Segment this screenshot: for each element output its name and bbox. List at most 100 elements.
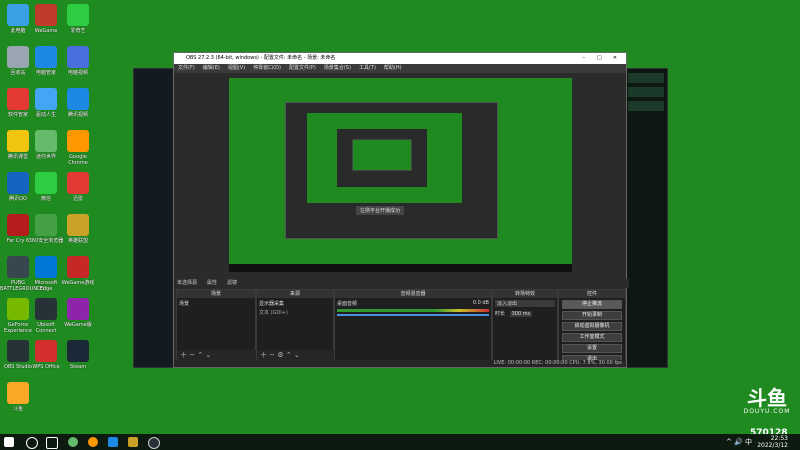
- scenes-toolbar[interactable]: ＋ − ⌃ ⌄: [177, 350, 258, 360]
- desktop-icon[interactable]: WeGame版: [60, 298, 96, 328]
- desktop-icon[interactable]: Steam: [60, 340, 96, 370]
- desktop-icon[interactable]: 迅雷: [60, 172, 96, 202]
- desktop-icon-label: WeGame版: [64, 322, 92, 328]
- desktop-icon[interactable]: 驱动人生: [28, 88, 64, 118]
- source-tab[interactable]: 属性: [207, 280, 217, 286]
- source-tab[interactable]: 滤镜: [227, 280, 237, 286]
- obs-icon: [7, 340, 29, 362]
- desktop-icon[interactable]: 迷你世界: [28, 130, 64, 160]
- volume-slider[interactable]: [337, 314, 489, 316]
- lol-icon[interactable]: [128, 437, 138, 447]
- desktop-icon-label: Steam: [69, 364, 87, 370]
- audio-meter: [337, 309, 489, 312]
- desktop-icon[interactable]: 电脑视频: [60, 46, 96, 76]
- lol-icon: [67, 214, 89, 236]
- desktop-icon[interactable]: 斗鱼: [0, 382, 36, 412]
- obs-window[interactable]: OBS 27.2.3 (64-bit, windows) - 配置文件: 未命名…: [173, 52, 629, 368]
- maximize-icon[interactable]: □: [592, 53, 606, 64]
- douyu-icon: [7, 382, 29, 404]
- desktop-icon-label: 迷你世界: [35, 154, 56, 160]
- preview-canvas: 左侧平台开播成功: [229, 78, 572, 272]
- obs-statusbar: LIVE: 00:00:00 REC: 00:00:00 CPU: 7.8%, …: [174, 360, 626, 367]
- notes-icon: [7, 130, 29, 152]
- menu-item[interactable]: 文件(F): [178, 65, 195, 71]
- menu-item[interactable]: 停靠窗口(D): [253, 65, 281, 71]
- wps-icon: [35, 340, 57, 362]
- desktop-icon-label: WeGame: [34, 28, 58, 34]
- start-icon[interactable]: [4, 437, 14, 447]
- wechat-icon: [35, 172, 57, 194]
- pc-manager-icon: [35, 46, 57, 68]
- preview-notice: 左侧平台开播成功: [356, 206, 405, 215]
- source-tab[interactable]: 未选择源: [177, 280, 197, 286]
- task-view-icon[interactable]: [46, 437, 58, 449]
- ubisoft-icon: [35, 298, 57, 320]
- wegame2-icon: [67, 256, 89, 278]
- menu-item[interactable]: 编辑(E): [203, 65, 220, 71]
- document-icon: [7, 172, 29, 194]
- menu-item[interactable]: 工具(T): [359, 65, 376, 71]
- preview-taskbar: [229, 264, 572, 272]
- system-tray[interactable]: ^ 🔊 中: [726, 437, 752, 447]
- control-button[interactable]: 启动虚拟摄像机: [562, 322, 622, 331]
- desktop-icon[interactable]: WeGame: [28, 4, 64, 34]
- audio-mixer-dock: 音频混音器 桌面音频 0.0 dB: [334, 289, 492, 361]
- clock[interactable]: 22:53 2022/3/12: [757, 435, 788, 449]
- mixer-level: 0.0 dB: [472, 300, 489, 306]
- edge-icon: [35, 256, 57, 278]
- scene-item[interactable]: 场景: [179, 300, 253, 307]
- duration-label: 时长: [495, 311, 506, 317]
- desktop-icon-label: 腾讯视频: [67, 112, 88, 118]
- obs-icon[interactable]: [148, 437, 160, 449]
- control-button[interactable]: 停止推流: [562, 300, 622, 309]
- desktop-icon[interactable]: WeGame游戏: [60, 256, 96, 286]
- scenes-header: 场景: [177, 290, 255, 298]
- minimize-icon[interactable]: –: [577, 53, 591, 64]
- sources-header: 来源: [257, 290, 333, 298]
- desktop-icon-label: 电脑管家: [35, 70, 56, 76]
- source-item[interactable]: 显示器采集: [259, 300, 331, 307]
- nvidia-icon: [7, 298, 29, 320]
- game-sidebar-right: [625, 69, 667, 367]
- desktop-icon[interactable]: 微信: [28, 172, 64, 202]
- transitions-header: 转场特效: [493, 290, 557, 298]
- desktop-icon-label: 电脑视频: [67, 70, 88, 76]
- chrome-icon[interactable]: [88, 437, 98, 447]
- desktop-icon[interactable]: 爱奇艺: [60, 4, 96, 34]
- desktop-icon[interactable]: 英雄联盟: [60, 214, 96, 244]
- wegame3-icon: [67, 298, 89, 320]
- game-icon: [35, 130, 57, 152]
- desktop-icon[interactable]: 电脑管家: [28, 46, 64, 76]
- desktop-icon[interactable]: Microsoft Edge: [28, 256, 64, 292]
- control-button[interactable]: 开始录制: [562, 311, 622, 320]
- close-icon[interactable]: ✕: [608, 53, 622, 64]
- menu-item[interactable]: 视图(V): [228, 65, 245, 71]
- transition-select[interactable]: 淡入淡出: [495, 300, 555, 307]
- desktop-icon[interactable]: WPS Office: [28, 340, 64, 370]
- desktop-icon[interactable]: 腾讯视频: [60, 88, 96, 118]
- menu-item[interactable]: 帮助(H): [384, 65, 402, 71]
- menu-item[interactable]: 场景集合(S): [324, 65, 351, 71]
- menu-item[interactable]: 配置文件(P): [289, 65, 316, 71]
- control-button[interactable]: 工作室模式: [562, 333, 622, 342]
- duration-input[interactable]: 300 ms: [509, 311, 533, 317]
- control-button[interactable]: 设置: [562, 344, 622, 353]
- obs-preview[interactable]: 左侧平台开播成功: [174, 73, 626, 277]
- obs-title: OBS 27.2.3 (64-bit, windows) - 配置文件: 未命名…: [186, 55, 336, 61]
- controls-dock: 控件 停止推流 开始录制 启动虚拟摄像机 工作室模式 设置 退出: [558, 289, 626, 364]
- desktop-icon[interactable]: Google Chrome: [60, 130, 96, 166]
- desktop-icon[interactable]: 360安全浏览器: [28, 214, 64, 244]
- desktop-icon-label: WeGame游戏: [61, 280, 95, 286]
- farcry-icon: [7, 214, 29, 236]
- desktop-icon-label: 迅雷: [72, 196, 83, 202]
- search-icon[interactable]: [26, 437, 38, 449]
- recycle-bin-icon: [7, 46, 29, 68]
- desktop-icon[interactable]: Ubisoft Connect: [28, 298, 64, 334]
- sources-toolbar[interactable]: ＋ − ⚙ ⌃ ⌄: [257, 350, 336, 360]
- taskbar-app-icon[interactable]: [108, 437, 118, 447]
- taskbar-app-icon[interactable]: [68, 437, 78, 447]
- tencent-video-icon: [67, 88, 89, 110]
- desktop-icon-label: Google Chrome: [68, 154, 88, 166]
- source-item[interactable]: 文本 (GDI+): [259, 309, 331, 316]
- game-sidebar-left: [134, 69, 176, 367]
